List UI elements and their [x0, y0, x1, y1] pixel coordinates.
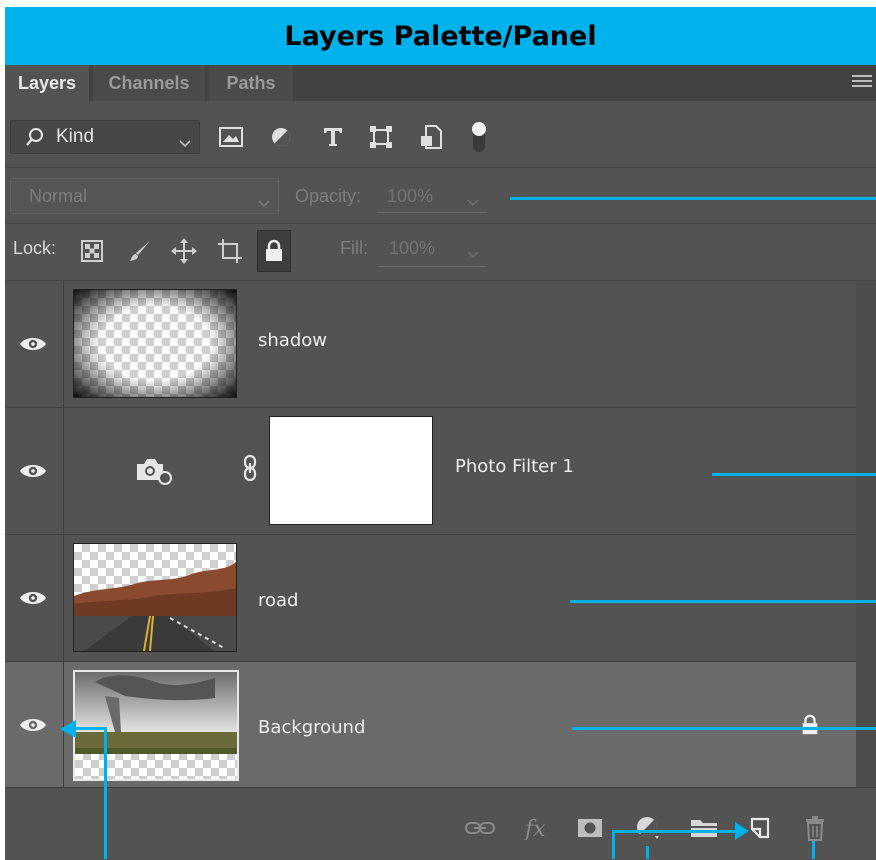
chevron-down-icon [179, 133, 191, 152]
layer-thumbnail [73, 670, 239, 781]
chevron-down-icon [467, 244, 479, 263]
layer-name[interactable]: Photo Filter 1 [455, 456, 574, 477]
callout-line-opacity [510, 197, 876, 200]
chevron-down-icon [258, 193, 270, 212]
trash-icon[interactable] [800, 814, 830, 842]
callout-line-road [570, 600, 876, 603]
filter-kind-select[interactable]: Kind [10, 120, 200, 154]
filter-kind-label: Kind [56, 126, 95, 147]
callout-line-photo-filter [712, 473, 876, 476]
opacity-value: 100% [387, 186, 434, 206]
layer-thumbnail [73, 289, 237, 398]
search-icon [25, 127, 45, 151]
tab-paths[interactable]: Paths [209, 65, 293, 101]
lock-all-icon[interactable] [257, 230, 291, 272]
type-filter-icon[interactable] [319, 123, 347, 151]
callout-arrowhead-eye [60, 720, 76, 738]
group-folder-icon[interactable] [689, 814, 719, 842]
chevron-down-icon [467, 192, 479, 211]
page-title: Layers Palette/Panel [284, 21, 597, 52]
layers-list: shadow Photo Filter 1 road Background [5, 281, 856, 789]
opacity-label: Opacity: [295, 186, 362, 206]
svg-text:fx: fx [524, 817, 546, 840]
layer-name[interactable]: road [258, 590, 298, 611]
lock-label: Lock: [13, 238, 57, 258]
layer-mask-thumbnail[interactable] [269, 416, 433, 525]
adjustment-filter-icon[interactable] [267, 123, 295, 151]
filter-toggle-icon[interactable] [465, 122, 493, 152]
blend-mode-value: Normal [29, 186, 88, 206]
layer-name[interactable]: Background [258, 717, 365, 738]
tab-channels[interactable]: Channels [93, 65, 205, 101]
layer-row-road[interactable]: road [5, 535, 856, 662]
callout-line-adjustment-vertical [612, 831, 615, 859]
visibility-cell[interactable] [5, 281, 64, 407]
photo-filter-adjustment-icon [137, 459, 172, 485]
callout-line-eye-vertical [104, 728, 107, 859]
layer-name[interactable]: shadow [258, 330, 327, 351]
lock-image-pixels-icon[interactable] [125, 236, 155, 266]
visibility-cell[interactable] [5, 535, 64, 661]
visibility-cell[interactable] [5, 662, 64, 788]
lock-icon [802, 714, 818, 735]
new-layer-icon[interactable] [745, 814, 775, 842]
shape-filter-icon[interactable] [367, 123, 395, 151]
link-layers-icon[interactable] [465, 814, 495, 842]
filter-row: Kind [5, 101, 876, 168]
eye-icon[interactable] [19, 716, 47, 734]
layers-panel-illustration: Layers Palette/Panel Layers Channels Pat… [0, 0, 876, 860]
callout-arrowhead-new-layer [735, 822, 749, 840]
callout-line-adjustment [646, 846, 649, 859]
layer-row-background[interactable]: Background [5, 662, 856, 789]
adjustment-layer-icon[interactable] [633, 814, 663, 842]
layer-row-photo-filter[interactable]: Photo Filter 1 [5, 408, 856, 535]
callout-line-trash [812, 841, 815, 859]
lock-row: Lock: Fill: 100% [5, 224, 876, 281]
smart-object-filter-icon[interactable] [417, 123, 445, 151]
layers-scrollbar[interactable] [856, 281, 876, 787]
fill-value: 100% [389, 238, 436, 258]
eye-icon[interactable] [19, 462, 47, 480]
opacity-field[interactable]: 100% [377, 178, 487, 213]
image-filter-icon[interactable] [217, 123, 245, 151]
callout-line-eye-horizontal [72, 727, 107, 730]
blend-mode-select[interactable]: Normal [10, 178, 279, 214]
blend-row: Normal Opacity: 100% [5, 168, 876, 224]
lock-artboard-icon[interactable] [215, 236, 245, 266]
callout-line-background [572, 727, 876, 730]
tab-layers[interactable]: Layers [5, 65, 89, 101]
chain-link-icon[interactable] [243, 454, 257, 482]
lock-position-icon[interactable] [169, 236, 199, 266]
lock-transparent-pixels-icon[interactable] [77, 236, 107, 266]
fill-field[interactable]: 100% [377, 232, 487, 267]
tab-bar: Layers Channels Paths [5, 65, 876, 101]
layers-panel: Layers Channels Paths Kind Normal Opacit… [5, 65, 876, 860]
layer-row-shadow[interactable]: shadow [5, 281, 856, 408]
title-banner: Layers Palette/Panel [5, 7, 876, 65]
callout-line-new-layer [612, 830, 740, 833]
visibility-cell[interactable] [5, 408, 64, 534]
eye-icon[interactable] [19, 589, 47, 607]
fx-icon[interactable]: fx [523, 814, 553, 842]
layer-thumbnail [73, 543, 237, 652]
eye-icon[interactable] [19, 335, 47, 353]
fill-label: Fill: [340, 238, 368, 258]
panel-menu-icon[interactable] [852, 75, 872, 91]
layer-mask-icon[interactable] [575, 814, 605, 842]
